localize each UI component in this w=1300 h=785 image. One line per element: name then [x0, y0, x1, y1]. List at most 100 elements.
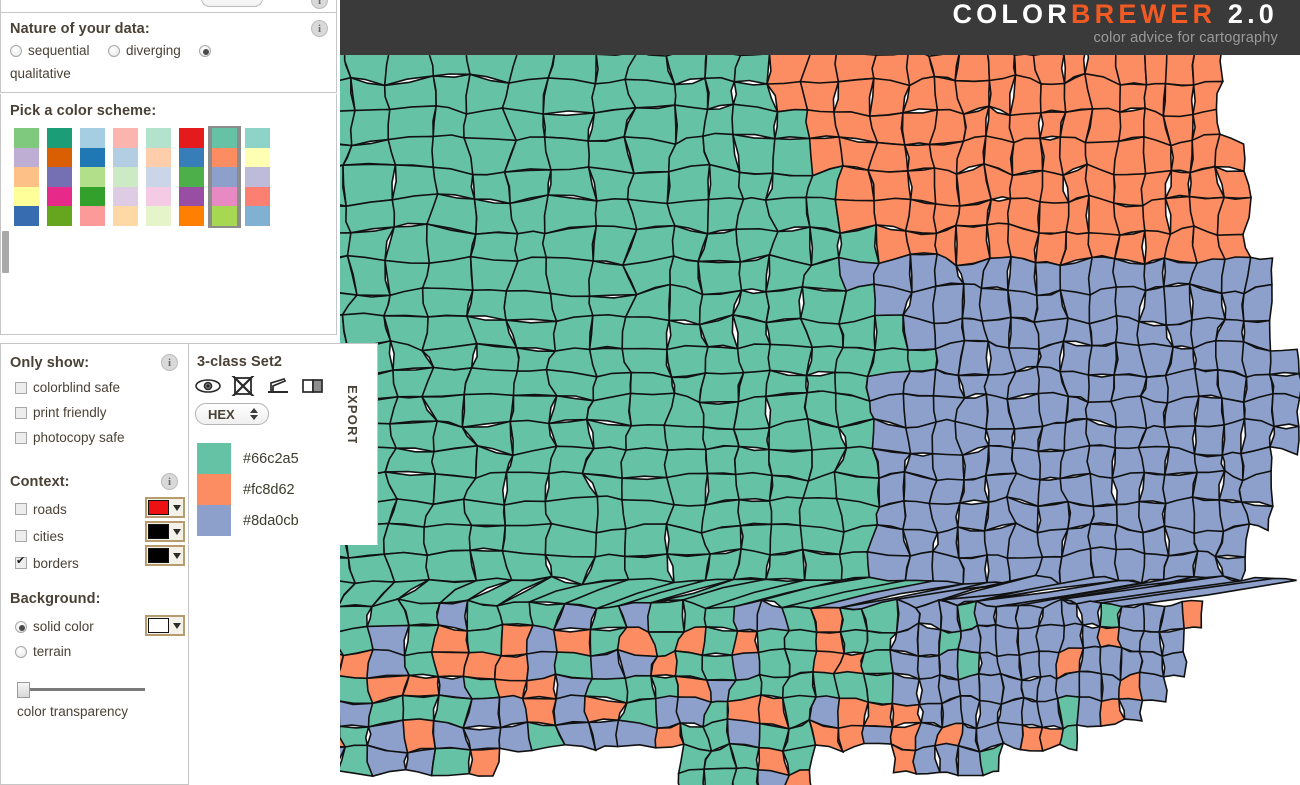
county-polygon	[665, 472, 709, 508]
export-format-select[interactable]: HEX	[195, 403, 269, 425]
info-icon[interactable]: i	[161, 354, 178, 371]
county-polygon	[1214, 133, 1246, 173]
county-polygon	[866, 550, 912, 583]
radio-diverging[interactable]	[108, 44, 121, 57]
swatch-color	[245, 167, 270, 187]
number-of-classes-dropdown[interactable]	[201, 0, 263, 7]
radio-option-diverging[interactable]: diverging	[108, 43, 181, 58]
context-title: Context:	[10, 474, 70, 490]
county-polygon	[1038, 201, 1072, 235]
county-polygon	[1037, 391, 1070, 428]
site-header: COLORBREWER 2.0 color advice for cartogr…	[340, 0, 1300, 55]
info-icon[interactable]: i	[311, 0, 328, 9]
radio-solid-color[interactable]	[15, 620, 27, 633]
checkbox-roads[interactable]	[15, 503, 27, 515]
county-polygon	[401, 674, 440, 698]
checkbox-row-borders[interactable]: borders	[15, 555, 79, 571]
scheme-swatch-row	[10, 126, 274, 228]
slider-track[interactable]	[17, 688, 145, 691]
county-polygon	[731, 103, 779, 140]
radio-option-qualitative[interactable]	[199, 44, 212, 57]
slider-thumb[interactable]	[17, 682, 30, 698]
scheme-swatch-set2[interactable]	[208, 126, 241, 228]
scheme-swatch-set1[interactable]	[175, 126, 208, 228]
color-swatch-row[interactable]: #66c2a5	[189, 443, 377, 474]
county-polygon	[503, 471, 550, 506]
photocopy-icon[interactable]	[301, 377, 325, 400]
color-swatch-row[interactable]: #8da0cb	[189, 505, 377, 536]
county-polygon	[783, 628, 818, 653]
county-polygon	[733, 445, 774, 477]
county-choropleth-map[interactable]	[340, 0, 1300, 785]
map-canvas[interactable]	[340, 0, 1300, 785]
radio-label-qualitative: qualitative	[10, 65, 71, 81]
county-polygon	[1089, 503, 1119, 527]
county-polygon	[503, 500, 553, 528]
checkbox-photocopy-safe[interactable]	[15, 431, 27, 444]
radio-option-sequential[interactable]: sequential	[10, 43, 90, 58]
panel-scrollbar-thumb[interactable]	[2, 231, 9, 273]
chevron-down-icon	[173, 552, 181, 559]
print-icon[interactable]	[265, 377, 291, 400]
county-polygon	[543, 136, 592, 171]
swatch-color	[245, 128, 270, 148]
checkbox-borders[interactable]	[15, 555, 27, 569]
brand-color-word: COLOR	[952, 0, 1071, 29]
swatch-color	[245, 147, 270, 167]
swatch-color	[146, 206, 171, 226]
county-polygon	[588, 313, 627, 351]
scheme-swatch-paired[interactable]	[76, 126, 109, 228]
county-polygon	[340, 700, 374, 728]
color-picker-roads[interactable]	[145, 497, 185, 518]
county-polygon	[621, 316, 671, 353]
county-polygon	[387, 105, 438, 141]
info-icon[interactable]: i	[311, 20, 328, 37]
color-picker-cities[interactable]	[145, 521, 185, 542]
checkbox-label-print-friendly: print friendly	[33, 405, 107, 420]
color-picker-borders[interactable]	[145, 545, 185, 566]
swatch-color	[212, 167, 237, 187]
radio-row-terrain[interactable]: terrain	[15, 644, 94, 659]
county-polygon	[425, 549, 478, 583]
color-picker-background[interactable]	[145, 615, 185, 636]
county-polygon	[382, 522, 429, 557]
radio-sequential[interactable]	[10, 44, 22, 57]
county-polygon	[1009, 73, 1042, 117]
checkbox-colorblind-safe[interactable]	[15, 381, 27, 394]
scheme-swatch-pastel2[interactable]	[142, 126, 175, 228]
county-polygon	[702, 103, 735, 138]
county-polygon	[1008, 169, 1045, 203]
scheme-color-list: #66c2a5 #fc8d62 #8da0cb	[188, 443, 378, 545]
scheme-swatch-accent[interactable]	[10, 126, 43, 228]
context-color-buttons	[145, 497, 185, 569]
county-polygon	[1034, 261, 1063, 297]
checkbox-row-colorblind-safe[interactable]: colorblind safe	[15, 380, 125, 395]
scheme-swatch-pastel1[interactable]	[109, 126, 142, 228]
checkbox-row-roads[interactable]: roads	[15, 501, 79, 517]
county-polygon	[703, 76, 736, 111]
checkbox-print-friendly[interactable]	[15, 406, 27, 419]
county-polygon	[1193, 452, 1226, 474]
county-polygon	[402, 718, 437, 754]
radio-qualitative[interactable]	[199, 44, 212, 57]
radio-terrain[interactable]	[15, 645, 27, 658]
checkbox-cities[interactable]	[15, 530, 27, 542]
checkbox-row-cities[interactable]: cities	[15, 528, 79, 544]
options-panel: Only show: i colorblind safe print frien…	[0, 343, 189, 785]
color-hex-label: #fc8d62	[243, 481, 295, 498]
info-icon[interactable]: i	[161, 473, 178, 490]
county-polygon	[1078, 645, 1103, 675]
colorblind-unsafe-icon[interactable]	[231, 374, 255, 401]
checkbox-label-roads: roads	[33, 501, 67, 517]
checkbox-row-print-friendly[interactable]: print friendly	[15, 405, 125, 420]
color-swatch-row[interactable]: #fc8d62	[189, 474, 377, 505]
checkbox-row-photocopy-safe[interactable]: photocopy safe	[15, 430, 125, 445]
scheme-swatch-dark2[interactable]	[43, 126, 76, 228]
county-polygon	[646, 598, 685, 633]
county-polygon	[1007, 255, 1038, 297]
radio-row-solid-color[interactable]: solid color	[15, 619, 94, 634]
color-chip-background	[148, 618, 169, 633]
scheme-swatch-set3[interactable]	[241, 126, 274, 228]
eye-icon[interactable]	[195, 378, 221, 399]
county-polygon	[471, 171, 511, 205]
